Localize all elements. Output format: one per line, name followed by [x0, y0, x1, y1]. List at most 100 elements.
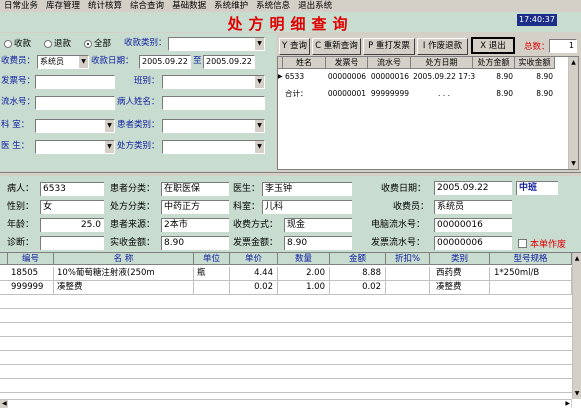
result-grid[interactable]: 姓名 发票号 流水号 处方日期 处方金额 实收金额 ▶ 6533 0000000…: [277, 56, 579, 170]
doctor-field: 李玉钟: [262, 182, 352, 196]
column-header[interactable]: 金额: [330, 253, 386, 265]
item-cell[interactable]: 1*250ml/B: [490, 267, 572, 280]
shift-select[interactable]: ▼: [162, 75, 265, 89]
column-header[interactable]: 姓名: [283, 57, 326, 69]
radio-refund[interactable]: 退款: [44, 38, 71, 50]
menu-item-statistics[interactable]: 统计核算: [84, 0, 126, 12]
scroll-right-icon[interactable]: ▶: [565, 400, 570, 407]
patient-field: 6533: [40, 182, 104, 196]
grid-cell: 99999999: [370, 89, 409, 98]
grid-cell[interactable]: 8.90: [473, 71, 515, 83]
dept-label: 科 室：: [1, 120, 30, 130]
item-cell[interactable]: 2.00: [278, 267, 330, 280]
scroll-left-icon[interactable]: ◀: [2, 400, 7, 407]
column-header[interactable]: 发票号: [326, 57, 368, 69]
pcserial-label: 电脑流水号：: [371, 220, 426, 230]
chevron-down-icon[interactable]: ▼: [104, 120, 114, 132]
grid-cell[interactable]: 6533: [285, 71, 325, 83]
chevron-down-icon[interactable]: ▼: [78, 56, 88, 68]
reprint-invoice-button[interactable]: P 重打发票: [363, 38, 415, 55]
column-header[interactable]: 处方金额: [473, 57, 515, 69]
vertical-scrollbar[interactable]: ▲ ▼: [572, 253, 581, 399]
menu-item-sysinfo[interactable]: 系统信息: [252, 0, 294, 12]
column-header[interactable]: 单价: [230, 253, 278, 265]
chevron-down-icon[interactable]: ▼: [254, 120, 264, 132]
chevron-down-icon[interactable]: ▼: [254, 141, 264, 153]
item-cell[interactable]: 8.88: [330, 267, 386, 280]
void-refund-button[interactable]: I 作废退款: [417, 38, 468, 55]
invoice-input[interactable]: [35, 75, 115, 89]
item-cell[interactable]: 0.02: [230, 281, 278, 294]
scroll-down-icon[interactable]: ▼: [569, 160, 578, 167]
grid-cell[interactable]: 8.90: [515, 71, 555, 83]
rxcat-label: 处方分类：: [110, 202, 156, 212]
rx-cat-select[interactable]: ▼: [162, 140, 265, 154]
item-cell[interactable]: [194, 281, 230, 294]
item-cell[interactable]: 10%葡萄糖注射液(250m: [54, 267, 194, 280]
item-cell[interactable]: 4.44: [230, 267, 278, 280]
item-cell[interactable]: 凑整费: [430, 281, 490, 294]
query-button[interactable]: Y 查询: [279, 38, 310, 55]
horizontal-scrollbar[interactable]: ◀ ▶: [0, 399, 572, 408]
date-to-input[interactable]: 2005.09.22: [203, 55, 255, 69]
scroll-down-icon[interactable]: ▼: [573, 390, 581, 397]
scroll-track[interactable]: [8, 400, 571, 408]
column-header[interactable]: 处方日期: [411, 57, 473, 69]
item-cell[interactable]: [386, 267, 430, 280]
chevron-down-icon[interactable]: ▼: [254, 38, 264, 50]
vertical-scrollbar[interactable]: ▲ ▼: [568, 57, 578, 169]
column-header[interactable]: 编号: [8, 253, 54, 265]
patient-name-input[interactable]: [162, 96, 265, 110]
exit-button[interactable]: X 退出: [471, 37, 515, 54]
chevron-down-icon[interactable]: ▼: [254, 76, 264, 88]
grid-cell[interactable]: 2005.09.22 17:39: [413, 71, 475, 83]
patient-cat-select[interactable]: ▼: [162, 119, 265, 133]
item-cell[interactable]: 凑整费: [54, 281, 194, 294]
column-header[interactable]: 名 称: [54, 253, 194, 265]
menu-item-exit[interactable]: 退出系统: [294, 0, 336, 12]
scroll-up-icon[interactable]: ▲: [569, 59, 578, 66]
column-header[interactable]: 折扣%: [386, 253, 430, 265]
checkbox-box[interactable]: [518, 239, 527, 248]
column-header[interactable]: 流水号: [368, 57, 411, 69]
cashier-select[interactable]: 系统员 ▼: [37, 55, 89, 69]
cashier-label: 收费员：: [1, 56, 36, 66]
item-cell[interactable]: 西药费: [430, 267, 490, 280]
radio-all[interactable]: 全部: [84, 38, 111, 50]
chevron-down-icon[interactable]: ▼: [104, 141, 114, 153]
item-cell[interactable]: 瓶: [194, 267, 230, 280]
rxcat-field: 中药正方: [161, 200, 229, 214]
scroll-up-icon[interactable]: ▲: [573, 255, 581, 262]
column-header[interactable]: 单位: [194, 253, 230, 265]
item-cell[interactable]: 18505: [8, 267, 54, 280]
dept-select[interactable]: ▼: [35, 119, 115, 133]
doctor-label: 医生：: [233, 184, 261, 194]
fee-category-select[interactable]: ▼: [168, 37, 265, 51]
grid-cell[interactable]: 00000006: [326, 71, 368, 83]
menu-item-maintenance[interactable]: 系统维护: [210, 0, 252, 12]
item-cell[interactable]: [386, 281, 430, 294]
column-header[interactable]: 型号规格: [490, 253, 572, 265]
item-cell[interactable]: 999999: [8, 281, 54, 294]
detail-panel: 病人： 6533 患者分类： 在职医保 医生： 李玉钟 收费日期： 2005.0…: [0, 176, 581, 252]
date-from-input[interactable]: 2005.09.22: [139, 55, 191, 69]
doctor-select[interactable]: ▼: [35, 140, 115, 154]
radio-circle: [4, 40, 12, 48]
column-header[interactable]: 类别: [430, 253, 490, 265]
void-checkbox[interactable]: 本单作废: [518, 237, 566, 250]
item-cell[interactable]: [490, 281, 572, 294]
item-cell[interactable]: 0.02: [330, 281, 386, 294]
menu-item-daily[interactable]: 日常业务: [0, 0, 42, 12]
items-grid[interactable]: 编号 名 称 单位 单价 数量 金额 折扣% 类别 型号规格 18505 10%…: [0, 252, 581, 408]
radio-receipt[interactable]: 收款: [4, 38, 31, 50]
menu-item-query[interactable]: 综合查询: [126, 0, 168, 12]
menu-item-basedata[interactable]: 基础数据: [168, 0, 210, 12]
menu-item-inventory[interactable]: 库存管理: [42, 0, 84, 12]
requery-button[interactable]: C 重新查询: [312, 38, 361, 55]
grid-cell[interactable]: 00000016: [368, 71, 411, 83]
title-bar: 处方明细查询 17:40:37: [0, 12, 581, 33]
column-header[interactable]: 数量: [278, 253, 330, 265]
serial-input[interactable]: [35, 96, 115, 110]
item-cell[interactable]: 1.00: [278, 281, 330, 294]
column-header[interactable]: 实收金额: [515, 57, 555, 69]
